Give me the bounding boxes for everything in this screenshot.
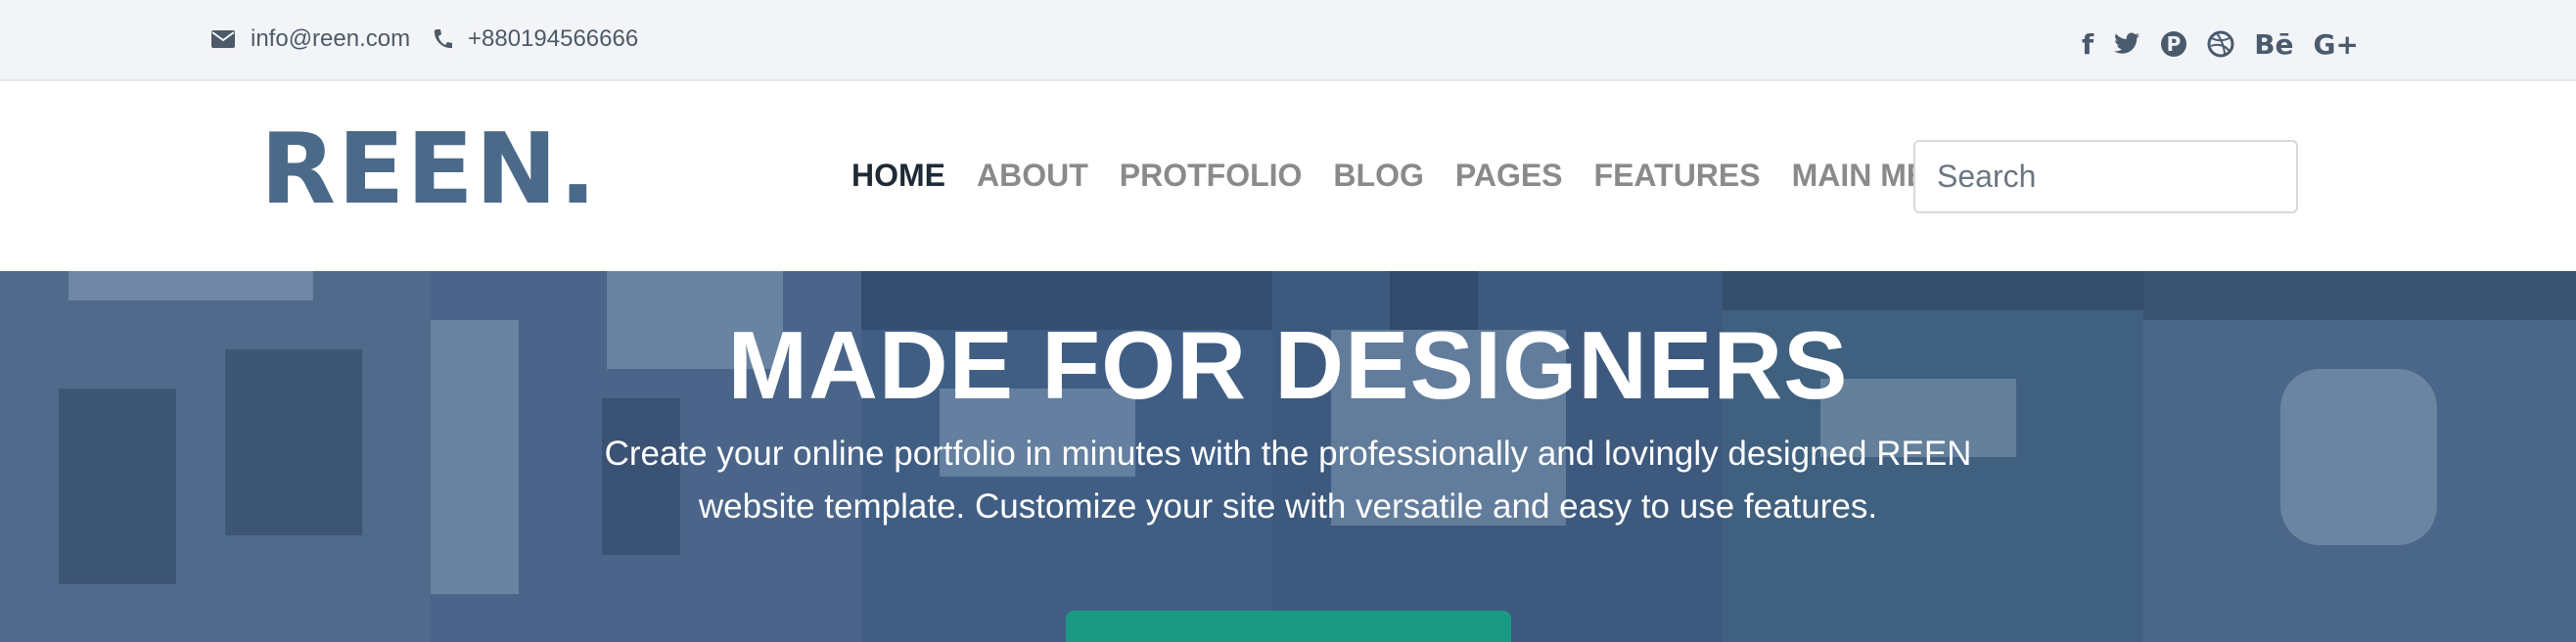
nav-item-pages[interactable]: PAGES [1455, 158, 1563, 194]
hero-title: MADE FOR DESIGNERS [727, 311, 1849, 419]
site-header: REEN. HOME ABOUT PROTFOLIO BLOG PAGES FE… [0, 83, 2576, 271]
nav-item-about[interactable]: ABOUT [977, 158, 1088, 194]
nav-item-features[interactable]: FEATURES [1594, 158, 1761, 194]
social-links: f P Bē G+ [2082, 27, 2359, 61]
nav-item-home[interactable]: HOME [851, 158, 945, 194]
top-bar: info@reen.com +880194566666 f P Bē G+ [0, 0, 2576, 81]
envelope-icon [211, 30, 235, 48]
google-plus-icon[interactable]: G+ [2314, 27, 2359, 61]
email-text: info@reen.com [251, 25, 411, 52]
phone-icon [434, 29, 452, 49]
facebook-icon[interactable]: f [2082, 27, 2093, 61]
hero-section: MADE FOR DESIGNERS Create your online po… [0, 271, 2576, 642]
search-input[interactable] [1913, 140, 2298, 213]
hero-subtitle: Create your online portfolio in minutes … [604, 435, 1972, 526]
main-nav: HOME ABOUT PROTFOLIO BLOG PAGES FEATURES… [851, 158, 2006, 194]
phone-contact[interactable]: +880194566666 [433, 25, 638, 53]
email-contact[interactable]: info@reen.com [211, 25, 410, 53]
pinterest-icon[interactable]: P [2160, 27, 2187, 61]
twitter-icon[interactable] [2113, 27, 2140, 61]
nav-item-blog[interactable]: BLOG [1333, 158, 1423, 194]
hero-cta-button[interactable] [1066, 611, 1511, 642]
logo[interactable]: REEN. [260, 120, 598, 218]
nav-item-portfolio[interactable]: PROTFOLIO [1120, 158, 1303, 194]
phone-text: +880194566666 [468, 25, 639, 52]
dribbble-icon[interactable] [2207, 27, 2234, 61]
behance-icon[interactable]: Bē [2254, 27, 2293, 61]
svg-text:P: P [2167, 32, 2182, 56]
